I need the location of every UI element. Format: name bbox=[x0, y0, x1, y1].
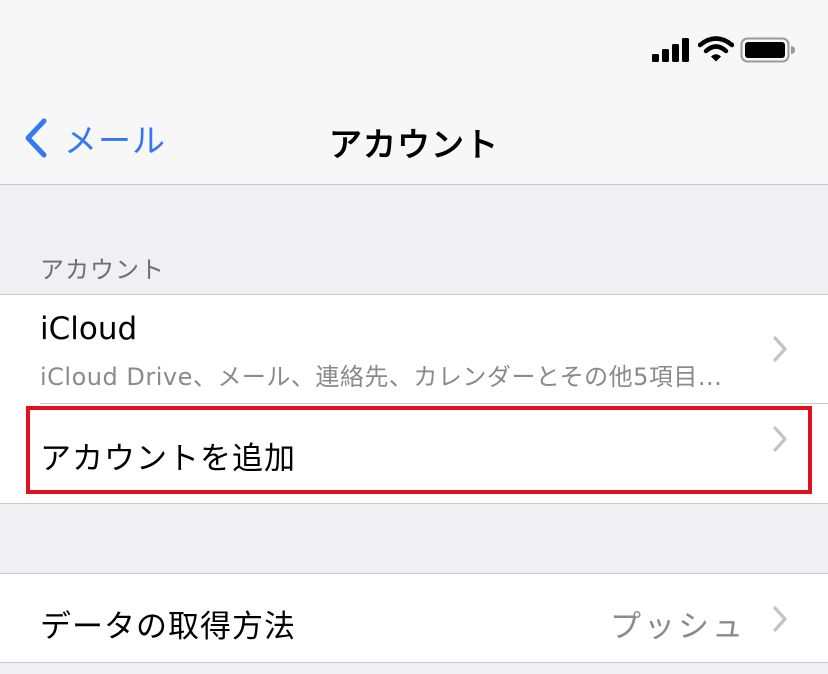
fetch-data-row[interactable]: データの取得方法 プッシュ bbox=[0, 574, 828, 662]
navigation-bar: メール アカウント bbox=[0, 88, 828, 185]
fetch-settings-group: データの取得方法 プッシュ bbox=[0, 573, 828, 663]
fetch-data-value: プッシュ bbox=[610, 609, 746, 645]
page-title: アカウント bbox=[329, 125, 499, 164]
chevron-right-icon bbox=[773, 606, 787, 632]
cellular-signal-icon bbox=[652, 38, 689, 62]
account-row-icloud[interactable]: iCloud iCloud Drive、メール、連絡先、カレンダーとその他5項目… bbox=[0, 295, 828, 403]
chevron-right-icon bbox=[773, 336, 787, 362]
fetch-data-label: データの取得方法 bbox=[40, 609, 296, 645]
status-bar bbox=[0, 0, 828, 88]
add-account-label: アカウントを追加 bbox=[40, 441, 296, 477]
account-title: iCloud bbox=[40, 311, 138, 347]
add-account-row[interactable]: アカウントを追加 bbox=[0, 403, 828, 503]
battery-icon bbox=[740, 37, 795, 63]
chevron-right-icon bbox=[773, 426, 787, 452]
accounts-group: iCloud iCloud Drive、メール、連絡先、カレンダーとその他5項目… bbox=[0, 294, 828, 504]
account-subtitle: iCloud Drive、メール、連絡先、カレンダーとその他5項目... bbox=[40, 363, 723, 391]
wifi-icon bbox=[698, 36, 734, 62]
section-header-accounts: アカウント bbox=[40, 256, 165, 284]
